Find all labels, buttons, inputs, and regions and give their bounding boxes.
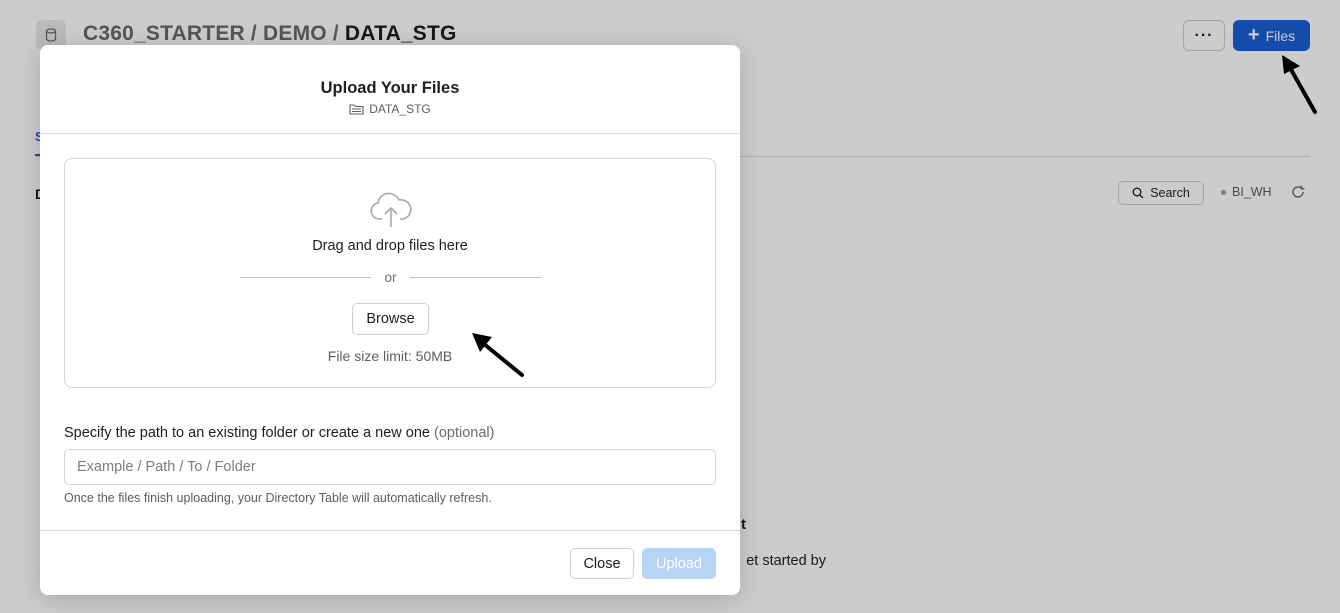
folder-path-label-text: Specify the path to an existing folder o… bbox=[64, 425, 430, 441]
optional-hint: (optional) bbox=[433, 425, 495, 441]
dialog-subtitle-text: DATA_STG bbox=[369, 102, 431, 116]
upload-button[interactable]: Upload bbox=[642, 548, 716, 579]
file-dropzone[interactable]: Drag and drop files here or Browse File … bbox=[64, 158, 716, 388]
folder-path-input[interactable] bbox=[64, 449, 716, 485]
or-divider-left bbox=[240, 277, 371, 278]
header-divider bbox=[40, 133, 740, 134]
cloud-upload-icon bbox=[370, 192, 412, 227]
auto-refresh-helper: Once the files finish uploading, your Di… bbox=[64, 491, 492, 505]
dialog-subtitle: DATA_STG bbox=[40, 102, 740, 116]
folder-path-label: Specify the path to an existing folder o… bbox=[64, 425, 494, 441]
drag-drop-text: Drag and drop files here bbox=[312, 238, 468, 254]
upload-files-dialog: Upload Your Files DATA_STG Drag and drop… bbox=[40, 45, 740, 595]
dialog-title: Upload Your Files bbox=[320, 79, 460, 97]
or-divider-text: or bbox=[384, 270, 397, 285]
or-divider-right bbox=[410, 277, 541, 278]
folder-icon bbox=[349, 104, 364, 115]
close-button[interactable]: Close bbox=[570, 548, 634, 579]
browse-button[interactable]: Browse bbox=[352, 303, 429, 335]
footer-divider bbox=[40, 530, 740, 531]
file-size-limit: File size limit: 50MB bbox=[327, 348, 453, 364]
